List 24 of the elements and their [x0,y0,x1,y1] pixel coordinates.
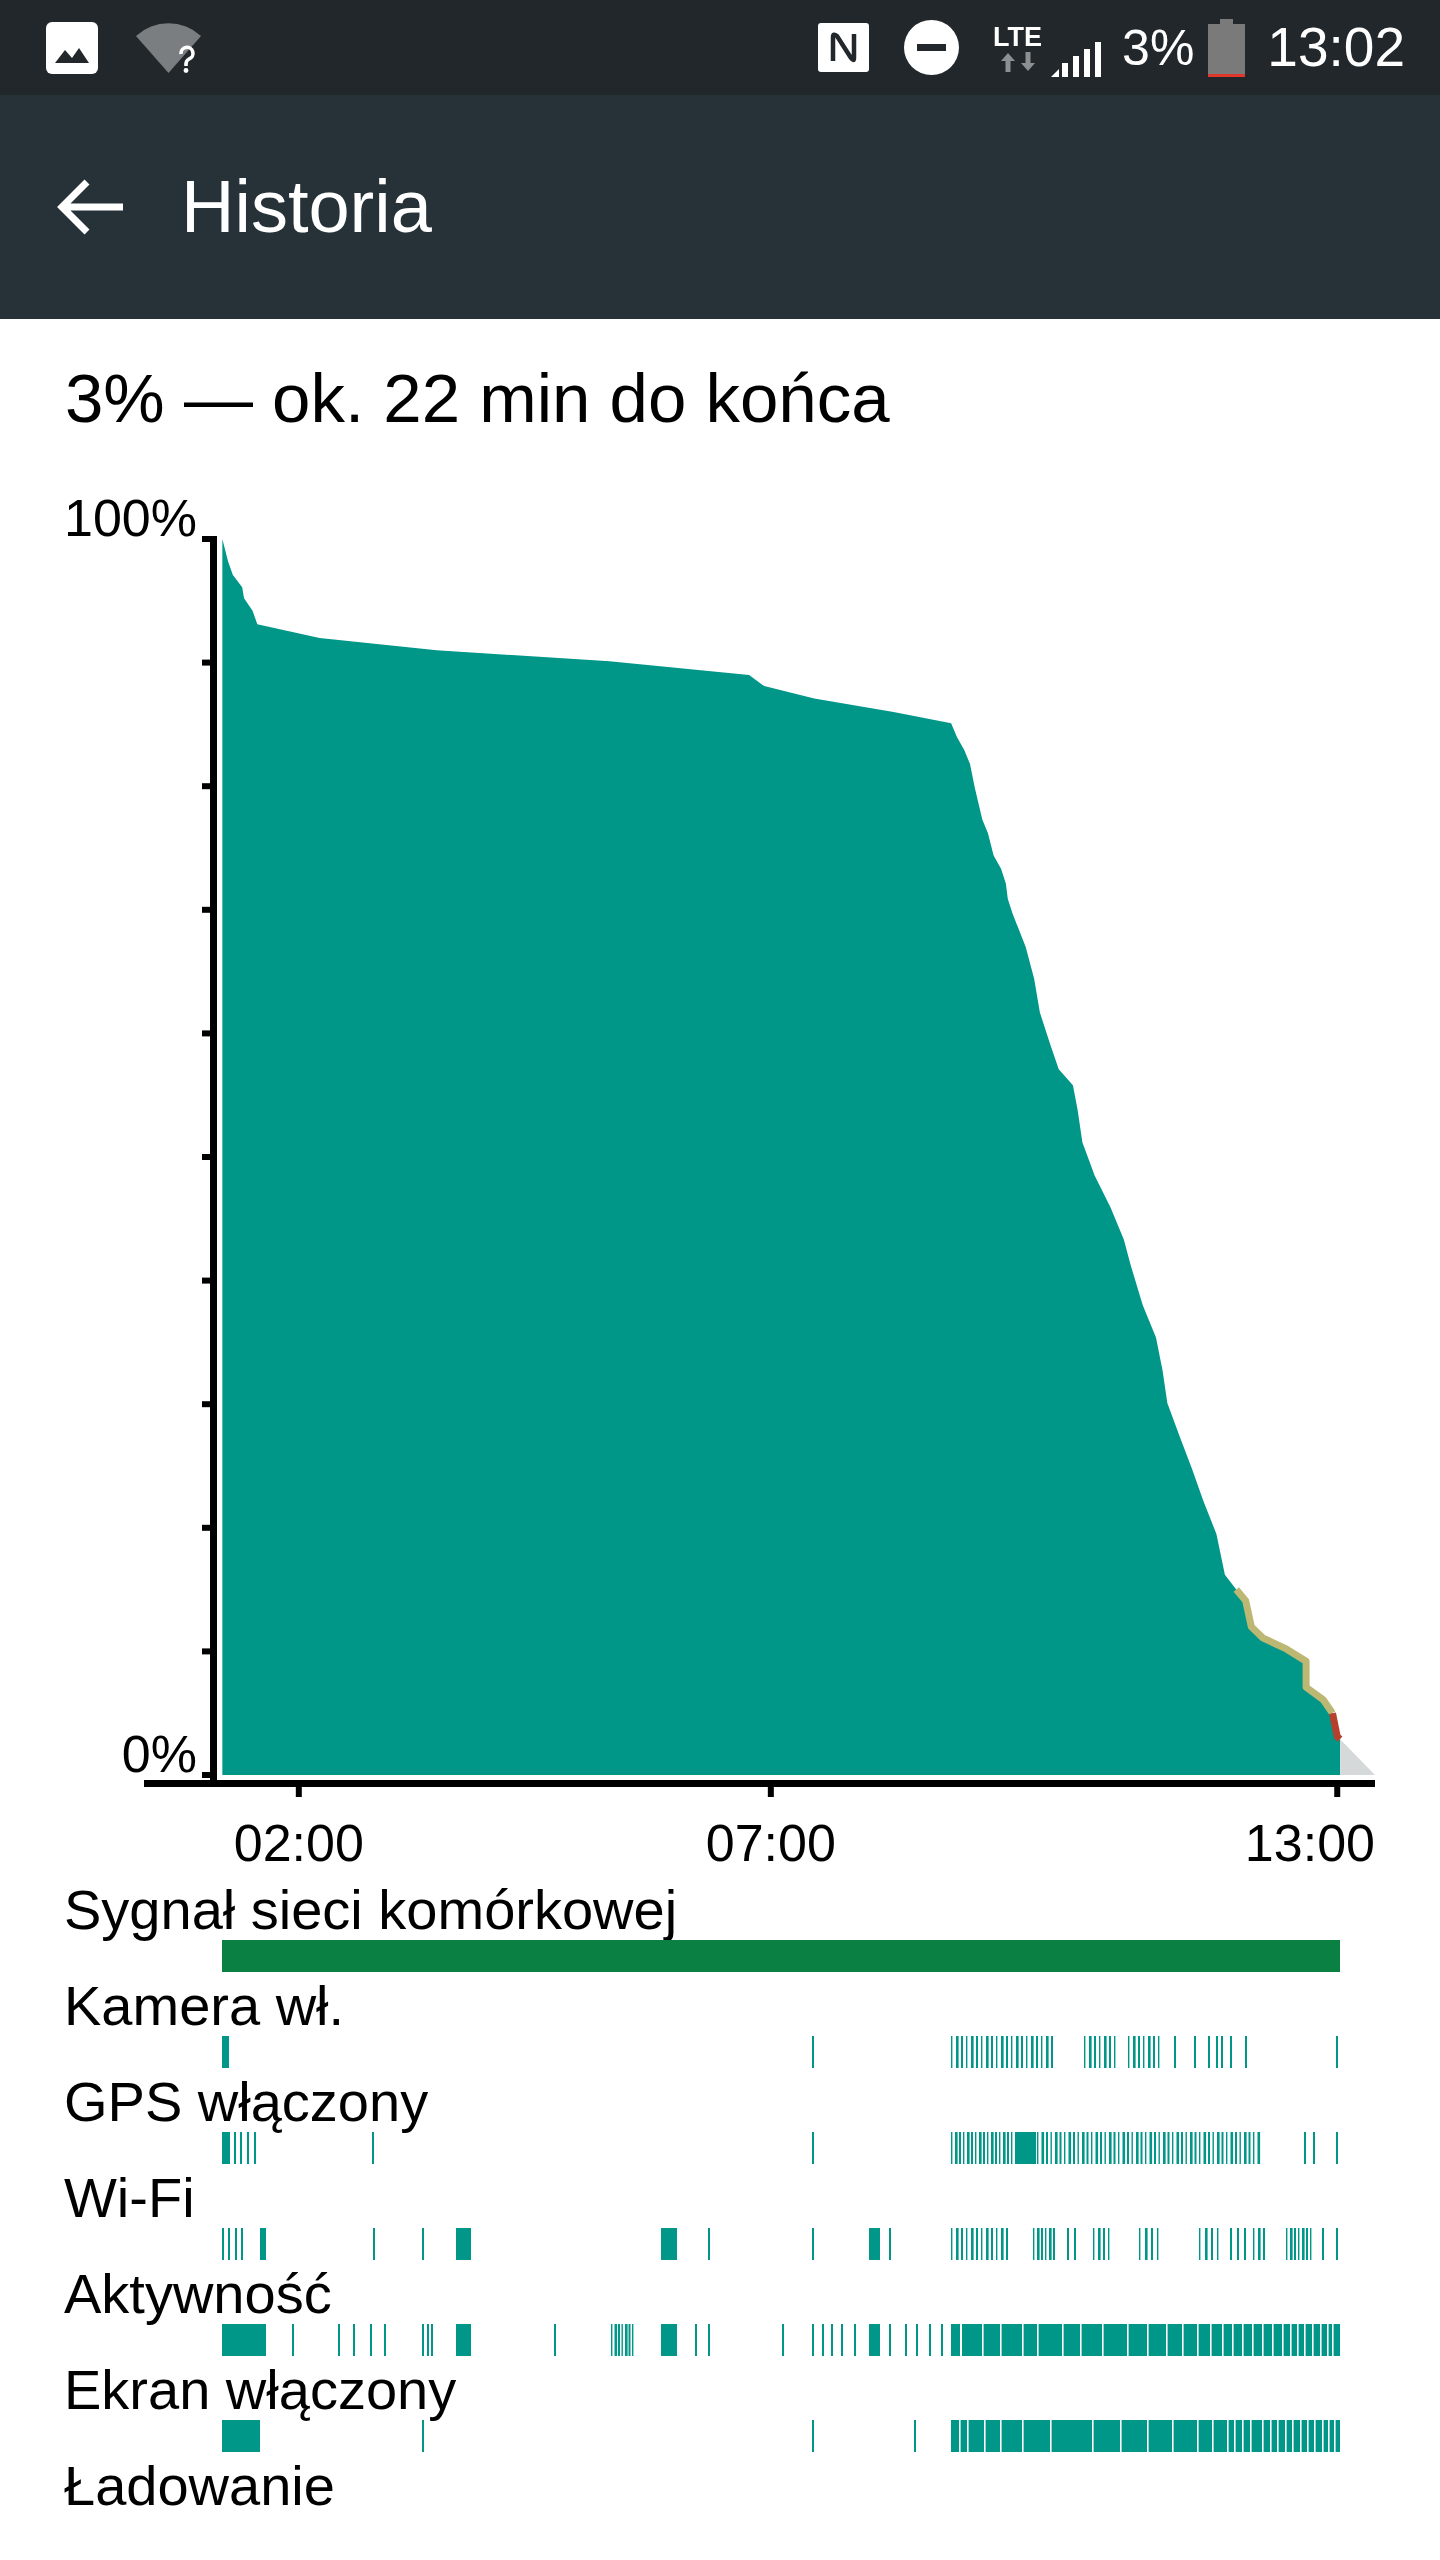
back-button[interactable] [55,177,125,237]
wifi-question-icon [135,22,202,73]
track-label: Ładowanie [64,2454,335,2517]
clock-time: 13:02 [1267,20,1405,75]
track-label: Kamera wł. [64,1974,345,2037]
battery-percent: 3% [1122,22,1195,73]
image-icon [46,21,98,74]
battery-icon [1208,18,1246,77]
y-axis-label: 100% [64,489,197,547]
network-type-label: LTE [993,23,1043,50]
x-axis-label: 13:00 [1244,1814,1375,1872]
track-label: GPS włączony [64,2070,429,2133]
screen-title: Historia [181,163,432,250]
track-label: Wi-Fi [64,2166,195,2229]
y-axis-label: 0% [121,1725,197,1783]
track-label: Sygnał sieci komórkowej [64,1878,678,1941]
arrow-left-icon [55,177,125,237]
track-label: Aktywność [64,2262,332,2325]
x-axis-label: 07:00 [705,1814,836,1872]
do-not-disturb-icon [904,20,960,75]
nfc-icon [818,23,870,72]
battery-status-text: 3% — ok. 22 min do końca [65,360,890,437]
track-label: Ekran włączony [64,2358,457,2421]
x-axis-label: 02:00 [233,1814,364,1872]
